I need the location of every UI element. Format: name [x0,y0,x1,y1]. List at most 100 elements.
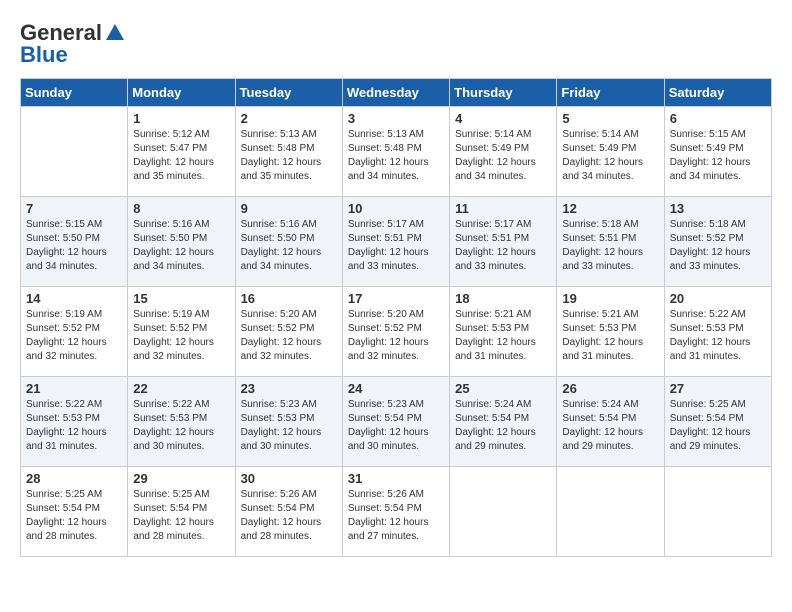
calendar-cell: 12 Sunrise: 5:18 AM Sunset: 5:51 PM Dayli… [557,197,664,287]
calendar-cell [557,467,664,557]
calendar-week-row: 21 Sunrise: 5:22 AM Sunset: 5:53 PM Dayli… [21,377,772,467]
day-info: Sunrise: 5:24 AM Sunset: 5:54 PM Dayligh… [455,398,551,454]
day-number: 7 [26,201,122,216]
day-number: 29 [133,471,229,486]
day-info: Sunrise: 5:23 AM Sunset: 5:53 PM Dayligh… [241,398,337,454]
day-info: Sunrise: 5:17 AM Sunset: 5:51 PM Dayligh… [348,218,444,274]
calendar-cell: 4 Sunrise: 5:14 AM Sunset: 5:49 PM Daylig… [450,107,557,197]
day-info: Sunrise: 5:22 AM Sunset: 5:53 PM Dayligh… [670,308,766,364]
calendar-cell: 7 Sunrise: 5:15 AM Sunset: 5:50 PM Daylig… [21,197,128,287]
calendar-header-thursday: Thursday [450,79,557,107]
logo-blue: Blue [20,42,68,68]
calendar-cell: 19Sunrise: 5:21 AM Sunset: 5:53 PM Dayli… [557,287,664,377]
day-info: Sunrise: 5:26 AM Sunset: 5:54 PM Dayligh… [348,488,444,544]
day-info: Sunrise: 5:18 AM Sunset: 5:52 PM Dayligh… [670,218,766,274]
calendar-week-row: 1Sunrise: 5:12 AM Sunset: 5:47 PM Daylig… [21,107,772,197]
calendar-cell: 5 Sunrise: 5:14 AM Sunset: 5:49 PM Daylig… [557,107,664,197]
calendar-cell: 13Sunrise: 5:18 AM Sunset: 5:52 PM Dayli… [664,197,771,287]
day-info: Sunrise: 5:17 AM Sunset: 5:51 PM Dayligh… [455,218,551,274]
calendar-cell: 3Sunrise: 5:13 AM Sunset: 5:48 PM Daylig… [342,107,449,197]
day-info: Sunrise: 5:20 AM Sunset: 5:52 PM Dayligh… [241,308,337,364]
day-info: Sunrise: 5:12 AM Sunset: 5:47 PM Dayligh… [133,128,229,184]
calendar-cell [664,467,771,557]
day-number: 28 [26,471,122,486]
calendar-cell: 30 Sunrise: 5:26 AM Sunset: 5:54 PM Dayli… [235,467,342,557]
day-number: 8 [133,201,229,216]
calendar-cell: 26 Sunrise: 5:24 AM Sunset: 5:54 PM Dayli… [557,377,664,467]
calendar-table: SundayMondayTuesdayWednesdayThursdayFrid… [20,78,772,557]
day-number: 21 [26,381,122,396]
day-info: Sunrise: 5:22 AM Sunset: 5:53 PM Dayligh… [26,398,122,454]
day-number: 5 [562,111,658,126]
day-info: Sunrise: 5:25 AM Sunset: 5:54 PM Dayligh… [670,398,766,454]
calendar-week-row: 7 Sunrise: 5:15 AM Sunset: 5:50 PM Daylig… [21,197,772,287]
calendar-week-row: 14 Sunrise: 5:19 AM Sunset: 5:52 PM Dayli… [21,287,772,377]
calendar-cell: 6Sunrise: 5:15 AM Sunset: 5:49 PM Daylig… [664,107,771,197]
day-number: 17 [348,291,444,306]
day-info: Sunrise: 5:16 AM Sunset: 5:50 PM Dayligh… [241,218,337,274]
day-number: 26 [562,381,658,396]
day-number: 30 [241,471,337,486]
header: General Blue [20,20,772,68]
calendar-cell: 23 Sunrise: 5:23 AM Sunset: 5:53 PM Dayli… [235,377,342,467]
calendar-header-tuesday: Tuesday [235,79,342,107]
logo: General Blue [20,20,126,68]
day-number: 19 [562,291,658,306]
day-info: Sunrise: 5:21 AM Sunset: 5:53 PM Dayligh… [455,308,551,364]
day-info: Sunrise: 5:16 AM Sunset: 5:50 PM Dayligh… [133,218,229,274]
calendar-header-row: SundayMondayTuesdayWednesdayThursdayFrid… [21,79,772,107]
day-info: Sunrise: 5:14 AM Sunset: 5:49 PM Dayligh… [562,128,658,184]
calendar-cell: 31 Sunrise: 5:26 AM Sunset: 5:54 PM Dayli… [342,467,449,557]
day-number: 4 [455,111,551,126]
day-info: Sunrise: 5:20 AM Sunset: 5:52 PM Dayligh… [348,308,444,364]
day-number: 25 [455,381,551,396]
day-number: 23 [241,381,337,396]
calendar-cell [21,107,128,197]
day-number: 14 [26,291,122,306]
calendar-cell: 29 Sunrise: 5:25 AM Sunset: 5:54 PM Dayli… [128,467,235,557]
calendar-header-friday: Friday [557,79,664,107]
day-info: Sunrise: 5:13 AM Sunset: 5:48 PM Dayligh… [241,128,337,184]
day-info: Sunrise: 5:15 AM Sunset: 5:50 PM Dayligh… [26,218,122,274]
day-info: Sunrise: 5:13 AM Sunset: 5:48 PM Dayligh… [348,128,444,184]
calendar-week-row: 28 Sunrise: 5:25 AM Sunset: 5:54 PM Dayli… [21,467,772,557]
day-number: 16 [241,291,337,306]
calendar-cell: 18 Sunrise: 5:21 AM Sunset: 5:53 PM Dayli… [450,287,557,377]
calendar-cell: 2 Sunrise: 5:13 AM Sunset: 5:48 PM Daylig… [235,107,342,197]
day-info: Sunrise: 5:26 AM Sunset: 5:54 PM Dayligh… [241,488,337,544]
calendar-cell: 14 Sunrise: 5:19 AM Sunset: 5:52 PM Dayli… [21,287,128,377]
day-info: Sunrise: 5:14 AM Sunset: 5:49 PM Dayligh… [455,128,551,184]
day-info: Sunrise: 5:25 AM Sunset: 5:54 PM Dayligh… [26,488,122,544]
day-info: Sunrise: 5:24 AM Sunset: 5:54 PM Dayligh… [562,398,658,454]
calendar-cell: 28 Sunrise: 5:25 AM Sunset: 5:54 PM Dayli… [21,467,128,557]
calendar-header-monday: Monday [128,79,235,107]
calendar-cell: 8 Sunrise: 5:16 AM Sunset: 5:50 PM Daylig… [128,197,235,287]
day-number: 2 [241,111,337,126]
calendar-cell: 25 Sunrise: 5:24 AM Sunset: 5:54 PM Dayli… [450,377,557,467]
day-number: 9 [241,201,337,216]
day-number: 6 [670,111,766,126]
calendar-header-sunday: Sunday [21,79,128,107]
day-number: 22 [133,381,229,396]
day-number: 11 [455,201,551,216]
calendar-cell: 1Sunrise: 5:12 AM Sunset: 5:47 PM Daylig… [128,107,235,197]
day-info: Sunrise: 5:25 AM Sunset: 5:54 PM Dayligh… [133,488,229,544]
calendar-cell [450,467,557,557]
calendar-header-saturday: Saturday [664,79,771,107]
calendar-cell: 20Sunrise: 5:22 AM Sunset: 5:53 PM Dayli… [664,287,771,377]
calendar-cell: 21 Sunrise: 5:22 AM Sunset: 5:53 PM Dayli… [21,377,128,467]
day-number: 24 [348,381,444,396]
calendar-cell: 17 Sunrise: 5:20 AM Sunset: 5:52 PM Dayli… [342,287,449,377]
day-number: 31 [348,471,444,486]
logo-flag-icon [104,22,126,44]
day-number: 15 [133,291,229,306]
day-number: 18 [455,291,551,306]
calendar-cell: 9 Sunrise: 5:16 AM Sunset: 5:50 PM Daylig… [235,197,342,287]
day-number: 12 [562,201,658,216]
day-info: Sunrise: 5:22 AM Sunset: 5:53 PM Dayligh… [133,398,229,454]
day-info: Sunrise: 5:18 AM Sunset: 5:51 PM Dayligh… [562,218,658,274]
day-info: Sunrise: 5:19 AM Sunset: 5:52 PM Dayligh… [26,308,122,364]
day-number: 27 [670,381,766,396]
day-info: Sunrise: 5:23 AM Sunset: 5:54 PM Dayligh… [348,398,444,454]
calendar-cell: 15Sunrise: 5:19 AM Sunset: 5:52 PM Dayli… [128,287,235,377]
